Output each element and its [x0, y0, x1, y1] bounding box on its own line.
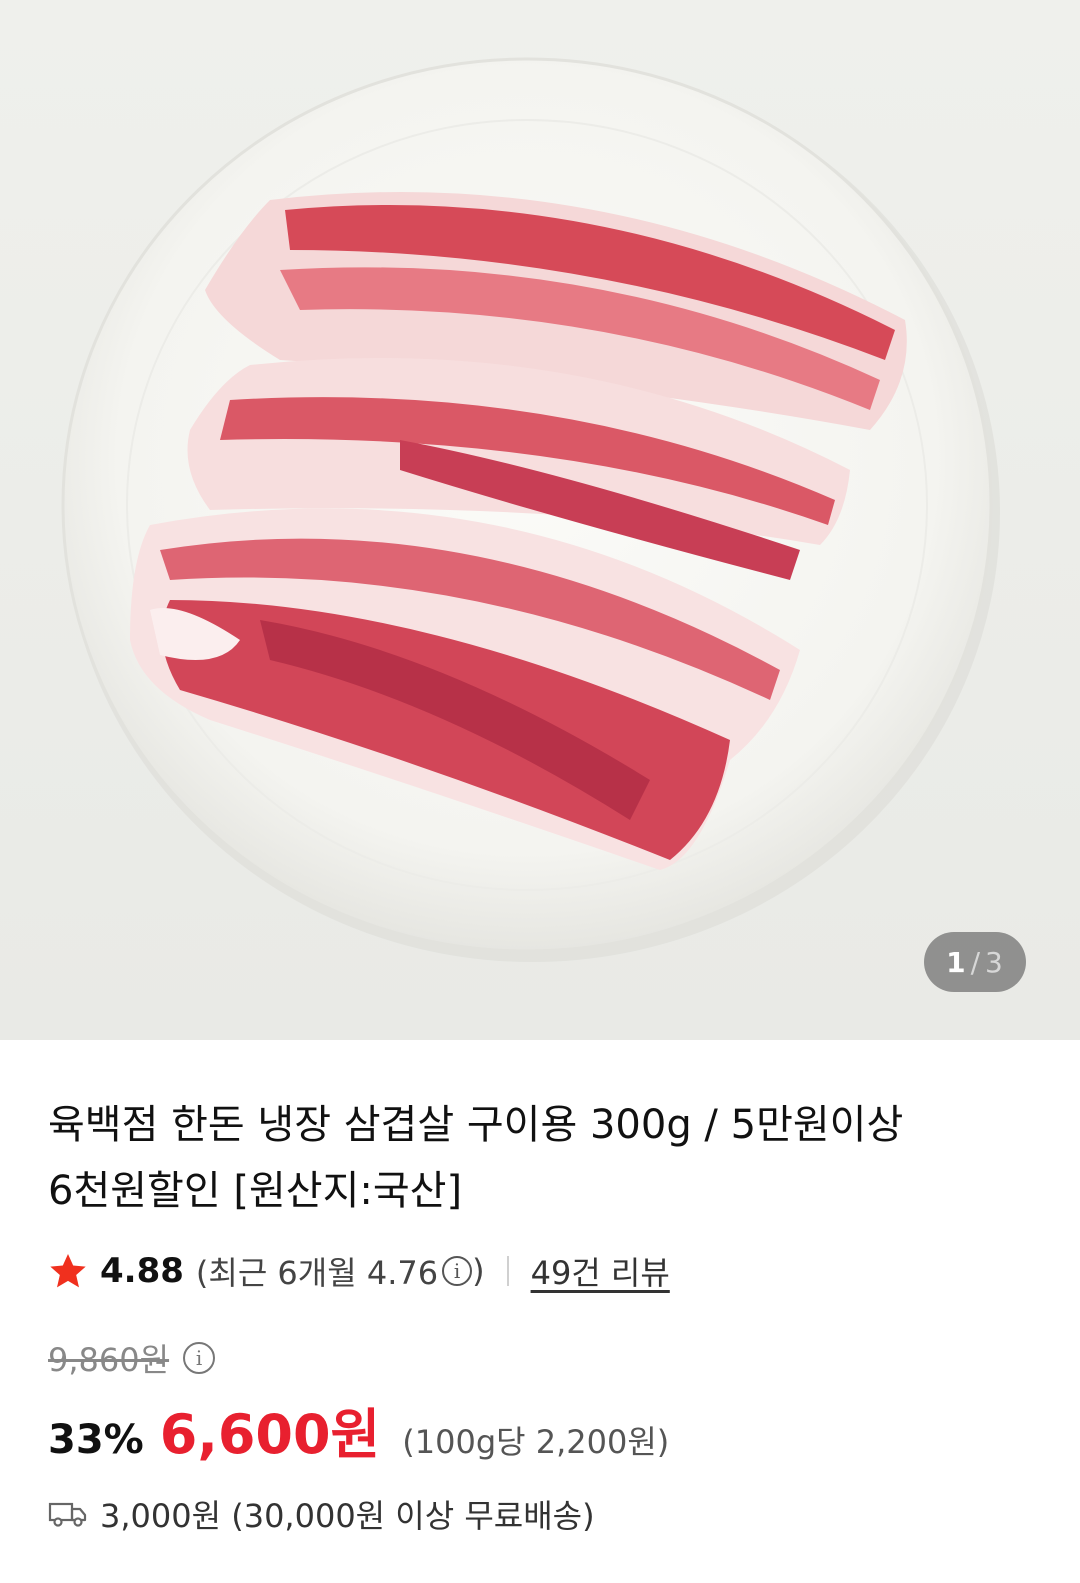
shipping-text: 3,000원 (30,000원 이상 무료배송) — [100, 1497, 595, 1535]
review-count-link[interactable]: 49건 리뷰 — [531, 1248, 670, 1294]
sale-price: 6,600원 — [159, 1403, 381, 1466]
sale-price-row: 33% 6,600원 (100g당 2,200원) — [48, 1390, 1032, 1466]
recent-rating: (최근 6개월 4.76 i ) — [196, 1248, 485, 1294]
product-title-line2: 6천원할인 [원산지:국산] — [48, 1168, 463, 1214]
info-icon[interactable]: i — [442, 1256, 473, 1286]
product-title: 육백점 한돈 냉장 삼겹살 구이용 300g / 5만원이상 6천원할인 [원산… — [48, 1092, 1008, 1224]
original-price: 9,860원 — [48, 1341, 170, 1379]
product-photo — [61, 57, 1000, 962]
discount-rate: 33% — [48, 1417, 144, 1463]
pager-current: 1 — [946, 945, 967, 979]
divider — [506, 1256, 509, 1286]
image-pager: 1 / 3 — [924, 932, 1026, 992]
pager-total: 3 — [985, 945, 1004, 979]
recent-rating-text: (최근 6개월 4.76 — [195, 1254, 439, 1292]
product-title-line1: 육백점 한돈 냉장 삼겹살 구이용 300g / 5만원이상 — [48, 1102, 904, 1148]
original-price-row: 9,860원 i — [48, 1336, 1032, 1380]
pager-separator: / — [970, 945, 982, 979]
product-image-gallery[interactable]: 1 / 3 — [0, 0, 1080, 1040]
rating-row: 4.88 (최근 6개월 4.76 i ) 49건 리뷰 — [48, 1246, 1032, 1296]
product-info: 육백점 한돈 냉장 삼겹살 구이용 300g / 5만원이상 6천원할인 [원산… — [0, 1092, 1080, 1536]
shipping-row: 3,000원 (30,000원 이상 무료배송) — [48, 1492, 1032, 1536]
info-icon[interactable]: i — [183, 1342, 216, 1374]
rating-score: 4.88 — [100, 1251, 184, 1291]
recent-rating-close: ) — [472, 1252, 485, 1290]
unit-price: (100g당 2,200원) — [402, 1423, 670, 1461]
star-icon — [50, 1254, 86, 1288]
truck-icon — [48, 1502, 87, 1527]
